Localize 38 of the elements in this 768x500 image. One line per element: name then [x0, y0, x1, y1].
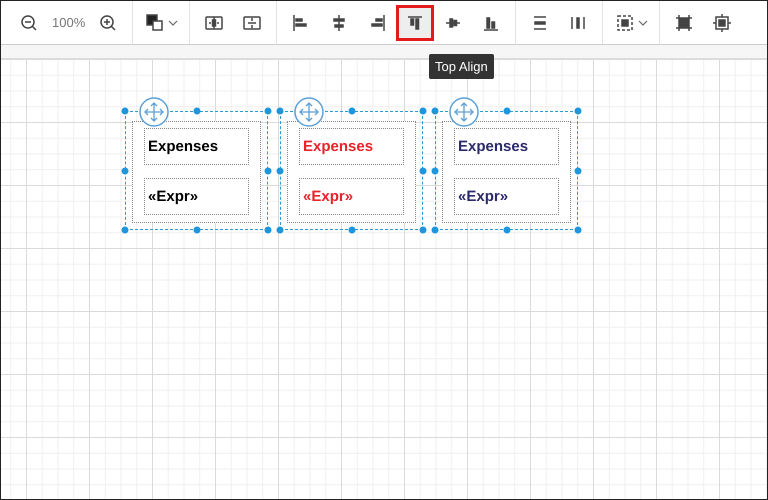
resize-handle[interactable] — [348, 226, 355, 234]
text-field[interactable]: Expenses — [144, 128, 249, 165]
field-label: Expenses — [148, 138, 218, 155]
zoom-level: 100% — [51, 15, 86, 30]
zoom-in-icon — [98, 12, 118, 32]
text-field[interactable]: Expenses — [299, 128, 404, 165]
fill-color-icon — [144, 12, 165, 32]
frame-handles-icon — [712, 12, 732, 32]
resize-handle[interactable] — [348, 108, 355, 114]
expression-text: «Expr» — [458, 188, 508, 205]
resize-handle[interactable] — [122, 167, 128, 174]
expression-field[interactable]: «Expr» — [299, 178, 404, 215]
text-field[interactable]: Expenses — [454, 128, 559, 165]
resize-handle[interactable] — [193, 108, 200, 114]
field-label: Expenses — [303, 138, 374, 155]
resize-handle[interactable] — [574, 226, 582, 234]
move-icon[interactable] — [139, 97, 169, 127]
resize-handle[interactable] — [122, 226, 128, 234]
toolbar-button[interactable] — [396, 4, 434, 40]
expression-field[interactable]: «Expr» — [454, 178, 559, 215]
frame-icon — [674, 12, 694, 32]
resize-handle[interactable] — [574, 108, 582, 114]
caret-icon — [168, 20, 178, 26]
field-label: Expenses — [458, 138, 528, 155]
zoom-out-icon — [19, 12, 39, 32]
tooltip: Top Align — [429, 54, 494, 79]
resize-handle[interactable] — [503, 108, 510, 114]
move-icon[interactable] — [294, 97, 324, 127]
resize-handle[interactable] — [122, 108, 128, 114]
resize-handle[interactable] — [574, 167, 582, 174]
expression-field[interactable]: «Expr» — [144, 178, 249, 215]
resize-handle[interactable] — [193, 226, 200, 234]
caret-icon — [638, 20, 648, 26]
selection-icon — [614, 12, 635, 32]
move-icon[interactable] — [449, 97, 479, 127]
expression-text: «Expr» — [148, 188, 198, 205]
expression-text: «Expr» — [303, 188, 354, 205]
resize-handle[interactable] — [503, 226, 510, 234]
